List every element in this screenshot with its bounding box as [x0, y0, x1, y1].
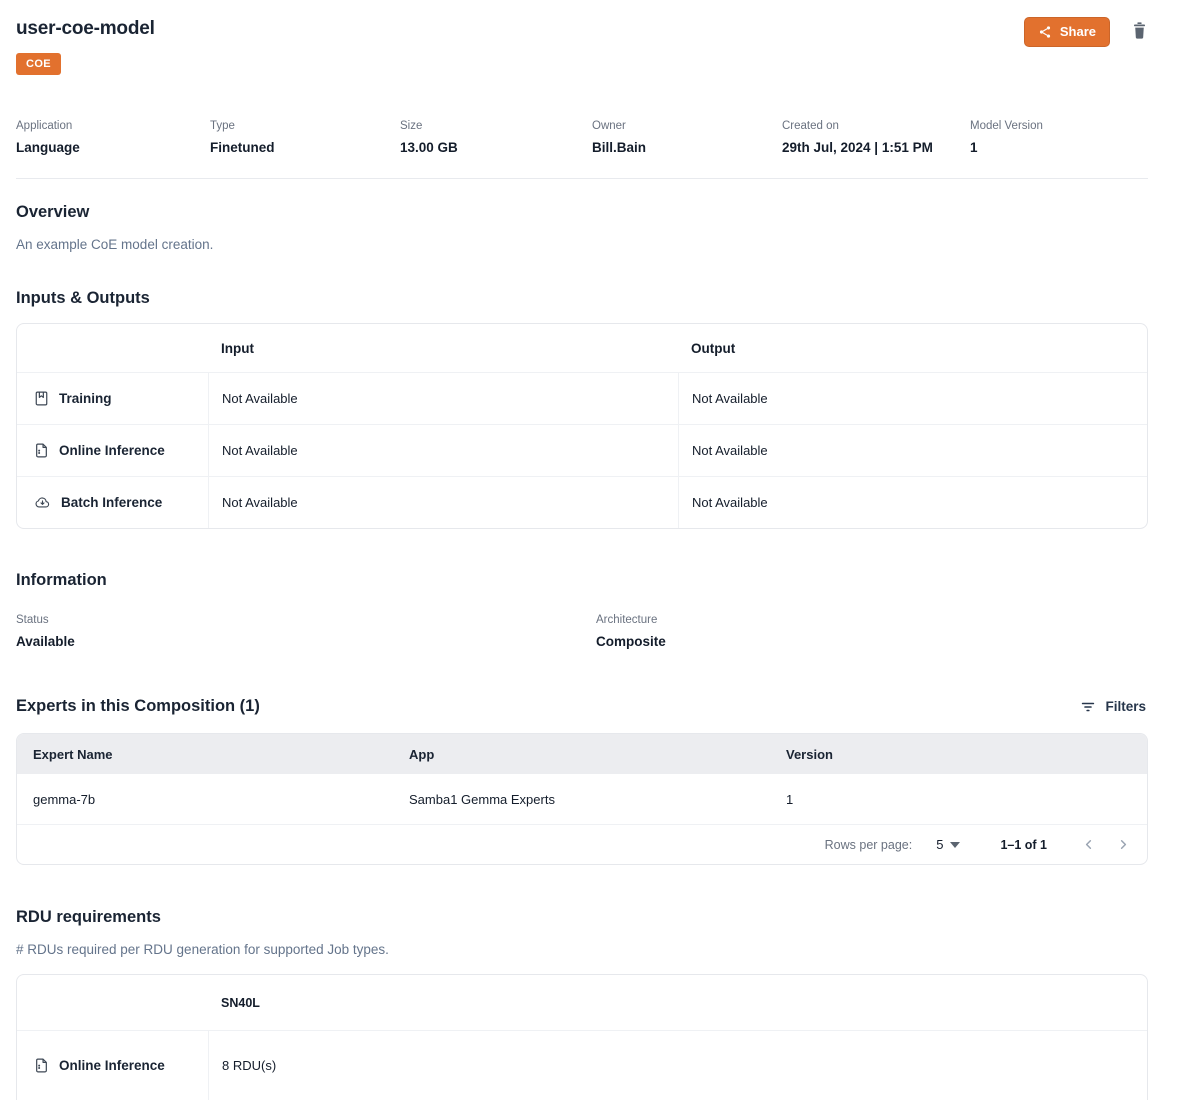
delete-button[interactable]	[1131, 17, 1148, 43]
experts-header-row: Expert Name App Version	[17, 734, 1147, 774]
overview-description: An example CoE model creation.	[16, 236, 1148, 253]
io-header-spacer	[17, 324, 208, 372]
rdu-description: # RDUs required per RDU generation for s…	[16, 941, 1148, 958]
model-detail-page: user-coe-model COE Share	[16, 0, 1148, 1100]
experts-table: Expert Name App Version gemma-7b Samba1 …	[16, 733, 1148, 865]
next-page-button[interactable]	[1108, 833, 1139, 856]
info-field-architecture: Architecture Composite	[596, 613, 1148, 650]
filters-button[interactable]: Filters	[1078, 697, 1148, 717]
expert-app-cell: Samba1 Gemma Experts	[393, 792, 770, 807]
io-row-label: Batch Inference	[61, 495, 162, 510]
io-row-batch-inference: Batch Inference Not Available Not Availa…	[17, 476, 1147, 528]
meta-value: 29th Jul, 2024 | 1:51 PM	[782, 139, 970, 156]
information-fields: Status Available Architecture Composite	[16, 613, 1148, 650]
meta-value: 1	[970, 139, 1148, 156]
experts-column-name: Expert Name	[17, 747, 393, 762]
io-output-value: Not Available	[692, 391, 768, 406]
io-row-training: Training Not Available Not Available	[17, 372, 1147, 424]
share-button-label: Share	[1060, 24, 1096, 40]
training-icon	[33, 390, 50, 407]
io-output-value: Not Available	[692, 443, 768, 458]
io-input-value: Not Available	[222, 443, 298, 458]
chevron-right-icon	[1116, 837, 1131, 852]
io-input-value: Not Available	[222, 495, 298, 510]
pagination-bar: Rows per page: 5 1–1 of 1	[17, 824, 1147, 864]
previous-page-button[interactable]	[1073, 833, 1104, 856]
meta-value: Bill.Bain	[592, 139, 782, 156]
rows-per-page-label: Rows per page:	[825, 838, 913, 852]
info-field-status: Status Available	[16, 613, 596, 650]
meta-field-size: Size 13.00 GB	[400, 119, 592, 156]
document-icon	[33, 442, 50, 459]
section-divider	[16, 178, 1148, 179]
meta-label: Application	[16, 119, 210, 133]
meta-label: Type	[210, 119, 400, 133]
rdu-requirements-heading: RDU requirements	[16, 907, 1148, 928]
inputs-outputs-table: Input Output Training Not Available Not …	[16, 323, 1148, 529]
meta-label: Model Version	[970, 119, 1148, 133]
expert-table-row[interactable]: gemma-7b Samba1 Gemma Experts 1	[17, 774, 1147, 824]
rows-per-page-value: 5	[936, 837, 943, 852]
information-heading: Information	[16, 570, 1148, 591]
coe-badge: COE	[16, 53, 61, 75]
meta-field-created-on: Created on 29th Jul, 2024 | 1:51 PM	[782, 119, 970, 156]
header-actions: Share	[1024, 17, 1148, 47]
rdu-header-row: SN40L	[17, 975, 1147, 1030]
rdu-row-online-inference: Online Inference 8 RDU(s)	[17, 1030, 1147, 1100]
meta-field-type: Type Finetuned	[210, 119, 400, 156]
rdu-row-label: Online Inference	[59, 1058, 165, 1073]
experts-heading: Experts in this Composition (1)	[16, 696, 260, 717]
io-header-row: Input Output	[17, 324, 1147, 372]
info-label: Status	[16, 613, 596, 627]
rdu-table: SN40L Online Inference 8 RDU(s)	[16, 974, 1148, 1100]
rdu-value: 8 RDU(s)	[222, 1058, 276, 1073]
io-row-label: Online Inference	[59, 443, 165, 458]
io-row-online-inference: Online Inference Not Available Not Avail…	[17, 424, 1147, 476]
page-header: user-coe-model COE Share	[16, 0, 1148, 75]
expert-version-cell: 1	[770, 792, 1147, 807]
title-block: user-coe-model COE	[16, 17, 155, 75]
io-input-value: Not Available	[222, 391, 298, 406]
meta-value: Finetuned	[210, 139, 400, 156]
experts-section-header: Experts in this Composition (1) Filters	[16, 696, 1148, 717]
meta-label: Size	[400, 119, 592, 133]
share-button[interactable]: Share	[1024, 17, 1110, 47]
pagination-range: 1–1 of 1	[1000, 838, 1047, 852]
meta-field-owner: Owner Bill.Bain	[592, 119, 782, 156]
meta-value: 13.00 GB	[400, 139, 592, 156]
experts-column-app: App	[393, 747, 770, 762]
expert-name-cell: gemma-7b	[17, 792, 393, 807]
filter-icon	[1080, 699, 1096, 715]
meta-field-model-version: Model Version 1	[970, 119, 1148, 156]
cloud-download-icon	[33, 494, 52, 511]
experts-column-version: Version	[770, 747, 1147, 762]
meta-value: Language	[16, 139, 210, 156]
io-column-input: Input	[221, 341, 254, 356]
share-icon	[1038, 25, 1052, 39]
overview-heading: Overview	[16, 202, 1148, 223]
rdu-column-sn40l: SN40L	[221, 996, 260, 1010]
meta-label: Owner	[592, 119, 782, 133]
page-title: user-coe-model	[16, 17, 155, 40]
info-value: Available	[16, 633, 596, 650]
rdu-header-spacer	[17, 975, 208, 1030]
trash-icon	[1131, 21, 1148, 40]
io-row-label: Training	[59, 391, 112, 406]
chevron-down-icon	[950, 842, 960, 848]
io-column-output: Output	[691, 341, 735, 356]
rows-per-page-select[interactable]: 5	[934, 835, 962, 854]
info-label: Architecture	[596, 613, 1148, 627]
document-icon	[33, 1057, 50, 1074]
meta-label: Created on	[782, 119, 970, 133]
info-value: Composite	[596, 633, 1148, 650]
chevron-left-icon	[1081, 837, 1096, 852]
io-output-value: Not Available	[692, 495, 768, 510]
inputs-outputs-heading: Inputs & Outputs	[16, 288, 1148, 309]
model-meta-strip: Application Language Type Finetuned Size…	[16, 119, 1148, 156]
filters-label: Filters	[1105, 699, 1146, 714]
meta-field-application: Application Language	[16, 119, 210, 156]
